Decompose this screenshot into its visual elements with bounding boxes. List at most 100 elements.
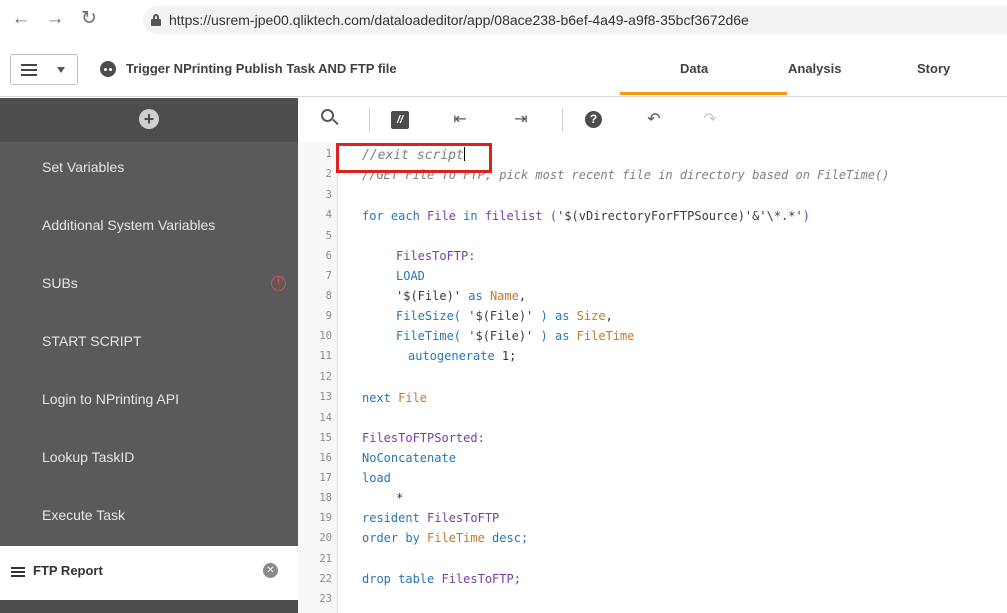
url-text[interactable]: https://usrem-jpe00.qliktech.com/dataloa… <box>169 12 749 28</box>
plus-circle-icon[interactable]: + <box>139 109 159 129</box>
app-title: Trigger NPrinting Publish Task AND FTP f… <box>126 61 397 76</box>
line-number: 23 <box>319 593 332 605</box>
code-line-10[interactable]: FileTime( '$(File)' ) as FileTime <box>396 329 634 343</box>
undo-icon[interactable]: ↶ <box>644 110 664 130</box>
sidebar-item-label: FTP Report <box>33 563 103 578</box>
redo-icon[interactable]: ↷ <box>700 110 720 130</box>
code-line-15[interactable]: FilesToFTPSorted: <box>362 431 485 445</box>
sidebar-item-label: Set Variables <box>42 159 125 175</box>
code-token: ) <box>540 309 555 323</box>
add-section-bar[interactable]: + <box>0 98 298 142</box>
sidebar-item-additional-system-variables[interactable]: Additional System Variables <box>0 198 298 256</box>
line-number-gutter: 1 2 3 4 5 6 7 8 9 10 11 12 13 14 15 16 1… <box>298 142 338 613</box>
line-number: 20 <box>319 532 332 544</box>
line-number: 6 <box>325 250 332 262</box>
line-number: 10 <box>319 330 332 342</box>
code-token: resident <box>362 511 420 525</box>
line-number: 4 <box>325 209 332 221</box>
code-token: ) <box>540 329 555 343</box>
code-token: as <box>461 289 490 303</box>
help-icon[interactable]: ? <box>585 111 602 128</box>
sidebar-item-label: Lookup TaskID <box>42 449 135 465</box>
sidebar-item-label: Additional System Variables <box>42 217 216 233</box>
code-line-18[interactable]: * <box>396 491 403 505</box>
tab-data[interactable]: Data <box>680 61 708 76</box>
sidebar-item-start-script[interactable]: START SCRIPT <box>0 314 298 372</box>
navigation-menu-button[interactable] <box>10 54 78 85</box>
indent-icon[interactable]: ⇤ <box>450 110 470 130</box>
code-line-4[interactable]: for each File in filelist ('$(vDirectory… <box>362 209 810 223</box>
sidebar-item-execute-task[interactable]: Execute Task <box>0 488 298 546</box>
code-token: , <box>605 309 613 323</box>
line-number: 22 <box>319 573 332 585</box>
tab-story[interactable]: Story <box>917 61 950 76</box>
sidebar-item-lookup-taskid[interactable]: Lookup TaskID <box>0 430 298 488</box>
line-number: 3 <box>325 189 332 201</box>
line-number: 16 <box>319 452 332 464</box>
toolbar-divider <box>369 108 370 132</box>
app-icon <box>100 61 116 77</box>
code-line-17[interactable]: load <box>362 471 391 485</box>
comment-toggle-icon[interactable]: // <box>391 111 409 129</box>
code-token: FileTime <box>576 329 635 343</box>
arrow-left-icon[interactable]: ← <box>10 8 32 30</box>
code-token: File <box>419 209 464 223</box>
code-token: , <box>518 289 527 303</box>
code-line-19[interactable]: resident FilesToFTP <box>362 511 499 525</box>
sidebar-item-label: Login to NPrinting API <box>42 391 179 407</box>
search-icon[interactable] <box>321 109 339 127</box>
sidebar-item-login-nprinting[interactable]: Login to NPrinting API <box>0 372 298 430</box>
hamburger-icon <box>21 64 37 76</box>
code-token: FilesToFTP <box>419 511 500 525</box>
sidebar-item-ftp-report[interactable]: FTP Report ✕ <box>0 546 298 600</box>
sidebar-item-next[interactable] <box>0 600 298 613</box>
line-number: 14 <box>319 412 332 424</box>
code-token: as <box>554 329 577 343</box>
code-line-7[interactable]: LOAD <box>396 269 425 283</box>
line-number: 17 <box>319 472 332 484</box>
sidebar-item-subs[interactable]: SUBs ! <box>0 256 298 314</box>
line-number: 7 <box>325 270 332 282</box>
line-number: 5 <box>325 230 332 242</box>
line-number: 2 <box>325 168 332 180</box>
tab-analysis[interactable]: Analysis <box>788 61 841 76</box>
code-line-11[interactable]: autogenerate 1; <box>408 349 516 363</box>
code-token: drop table <box>362 572 435 586</box>
code-token: FileTime <box>419 531 485 545</box>
code-token: Name <box>489 289 519 303</box>
app-header: Trigger NPrinting Publish Task AND FTP f… <box>0 45 1007 97</box>
line-number: 18 <box>319 492 332 504</box>
code-token: as <box>554 309 577 323</box>
line-number: 8 <box>325 290 332 302</box>
code-line-13[interactable]: next File <box>362 391 427 405</box>
script-editor[interactable]: 1 2 3 4 5 6 7 8 9 10 11 12 13 14 15 16 1… <box>298 142 1007 613</box>
code-token: '$(File)' <box>461 309 541 323</box>
code-token: ) <box>802 209 810 223</box>
line-number: 12 <box>319 371 332 383</box>
code-token: for each <box>362 209 420 223</box>
code-token: autogenerate <box>408 349 495 363</box>
drag-handle-icon[interactable] <box>11 567 25 577</box>
line-number: 9 <box>325 310 332 322</box>
sidebar-item-label: Execute Task <box>42 507 126 523</box>
outdent-icon[interactable]: ⇥ <box>511 110 531 130</box>
code-line-9[interactable]: FileSize( '$(File)' ) as Size, <box>396 309 613 323</box>
close-icon[interactable]: ✕ <box>263 563 278 578</box>
arrow-right-icon[interactable]: → <box>44 8 66 30</box>
warning-icon: ! <box>271 276 286 291</box>
code-token: File <box>390 391 428 405</box>
code-line-22[interactable]: drop table FilesToFTP; <box>362 572 521 586</box>
code-line-8[interactable]: '$(File)' as Name, <box>396 289 526 303</box>
code-token: FileSize( <box>396 309 462 323</box>
code-token: desc; <box>484 531 529 545</box>
code-token: filelist ( <box>477 209 558 223</box>
code-token: Size <box>576 309 606 323</box>
code-line-20[interactable]: order by FileTime desc; <box>362 531 528 545</box>
sidebar-item-set-variables[interactable]: Set Variables <box>0 140 298 198</box>
reload-icon[interactable]: ↻ <box>78 8 100 30</box>
code-token: next <box>362 391 391 405</box>
address-bar[interactable]: https://usrem-jpe00.qliktech.com/dataloa… <box>143 6 1007 34</box>
code-line-16[interactable]: NoConcatenate <box>362 451 456 465</box>
toolbar-divider <box>562 108 563 132</box>
code-line-6[interactable]: FilesToFTP: <box>396 249 475 263</box>
